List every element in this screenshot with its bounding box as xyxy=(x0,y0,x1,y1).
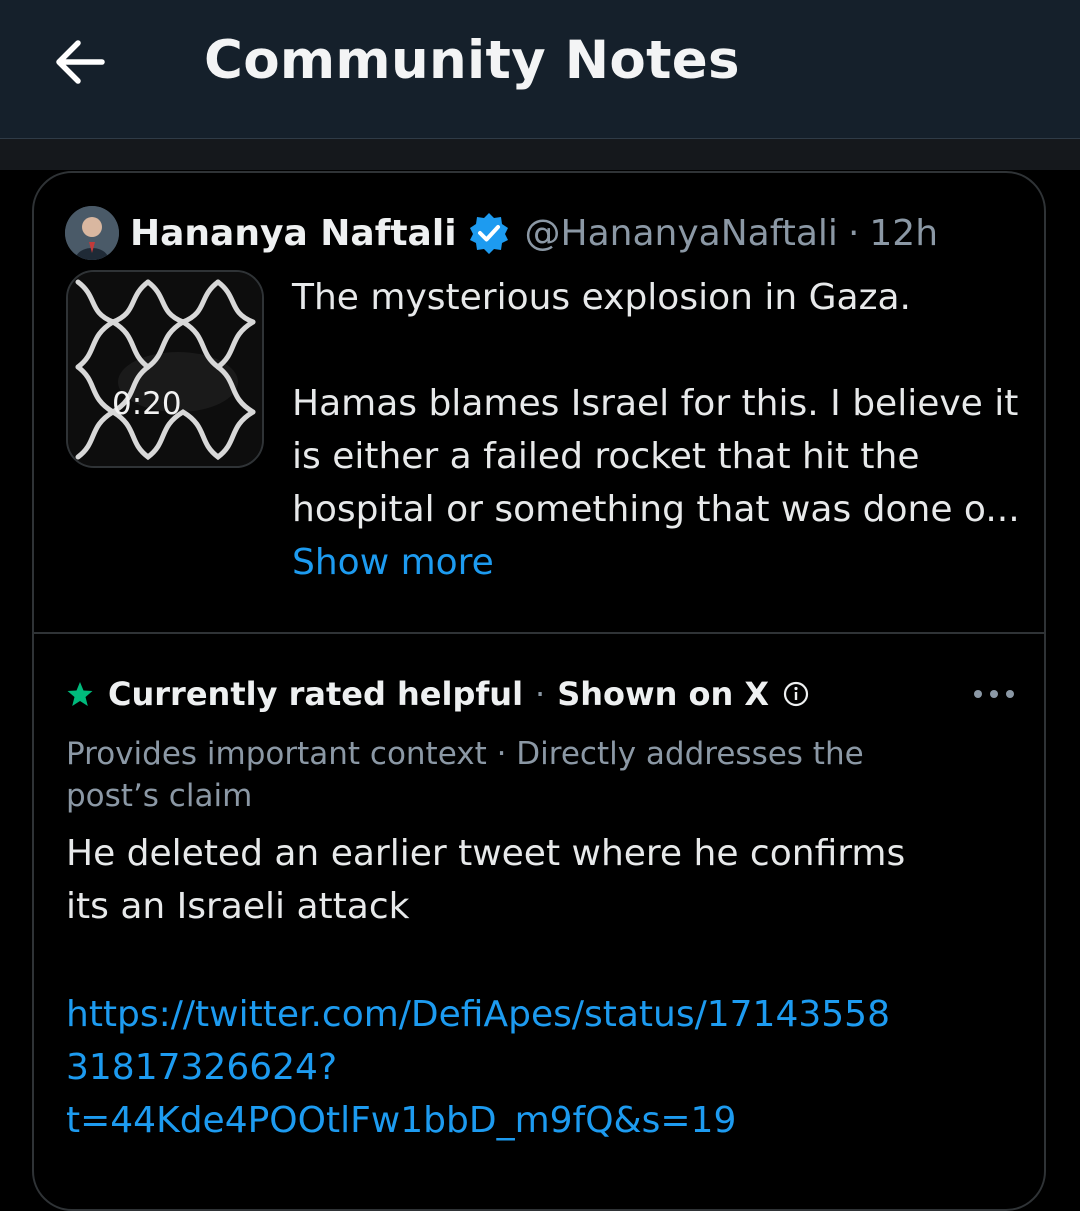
source-link[interactable]: https://twitter.com/DefiApes/status/1714… xyxy=(66,988,966,1147)
post-text-line: The mysterious explosion in Gaza. xyxy=(292,277,911,318)
verified-badge-icon xyxy=(469,213,508,254)
author-handle[interactable]: @HananyaNaftali xyxy=(525,213,838,254)
video-duration: 0:20 xyxy=(112,386,182,422)
note-status-line: Currently rated helpful · Shown on X xyxy=(66,671,809,717)
note-body-line: He deleted an earlier tweet where he con… xyxy=(66,833,906,874)
more-options-button[interactable] xyxy=(972,681,1016,707)
note-helpful-tags: Provides important context · Directly ad… xyxy=(66,736,864,814)
shown-on-label: Shown on X xyxy=(557,675,770,713)
source-link-line[interactable]: t=44Kde4POOtlFw1bbD_m9fQ&s=19 xyxy=(66,1094,966,1147)
video-thumbnail[interactable]: 0:20 xyxy=(66,270,264,468)
show-more-link[interactable]: Show more xyxy=(292,536,1022,589)
post-author-line: Hananya Naftali @HananyaNaftali · 12h xyxy=(130,207,938,259)
header-separator-band xyxy=(0,139,1080,170)
arrow-left-icon xyxy=(56,40,105,84)
back-button[interactable] xyxy=(54,38,106,86)
note-body-line: its an Israeli attack xyxy=(66,886,410,927)
page-title: Community Notes xyxy=(204,30,740,91)
post-text-line: is either a failed rocket that hit the xyxy=(292,436,920,477)
note-card: Hananya Naftali @HananyaNaftali · 12h 0:… xyxy=(32,171,1046,1211)
separator-dot: · xyxy=(847,212,860,254)
note-rating-status: Currently rated helpful xyxy=(108,675,524,713)
note-body: He deleted an earlier tweet where he con… xyxy=(66,827,966,933)
post-text-line: Hamas blames Israel for this. I believe … xyxy=(292,383,1019,424)
author-name[interactable]: Hananya Naftali xyxy=(130,213,457,254)
separator-dot: · xyxy=(535,675,546,713)
source-link-line[interactable]: 31817326624? xyxy=(66,1041,966,1094)
author-avatar[interactable] xyxy=(65,206,119,260)
source-link-line[interactable]: https://twitter.com/DefiApes/status/1714… xyxy=(66,988,966,1041)
star-icon xyxy=(67,682,93,706)
more-horizontal-icon xyxy=(974,690,1014,698)
post-text: The mysterious explosion in Gaza. Hamas … xyxy=(292,271,1022,589)
post-timestamp: 12h xyxy=(869,212,939,254)
top-app-bar: Community Notes xyxy=(0,0,1080,139)
divider xyxy=(34,632,1044,634)
info-icon[interactable] xyxy=(783,681,809,707)
post-text-line: hospital or something that was done o... xyxy=(292,489,1020,530)
